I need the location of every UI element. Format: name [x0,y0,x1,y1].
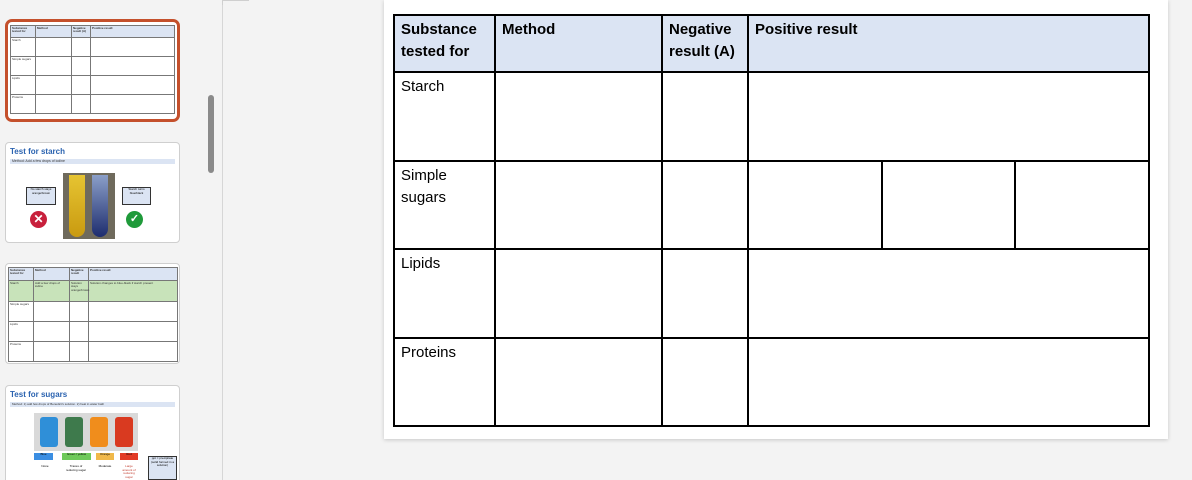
thumbnail-table: Substance tested for Method Negative res… [10,25,175,114]
test-tube-photo [63,173,115,239]
thumb-row-label: Proteins [10,94,36,114]
tube-label: Green / yellow [62,452,91,460]
cell-proteins-positive[interactable] [747,337,1150,427]
slide-thumbnail-3[interactable]: Substance tested for Method Negative res… [5,263,180,364]
thumb-row-label: Simple sugars [10,56,36,76]
sugars-positive-subcell[interactable] [1014,162,1148,248]
row-label-simple-sugars[interactable]: Simple sugars [393,160,496,250]
tube-caption: None [41,464,49,468]
sugars-positive-subcell[interactable] [749,162,882,248]
canvas-edge [222,0,249,5]
thumb-row-label: Proteins [8,341,34,362]
header-method[interactable]: Method [494,14,663,73]
thumb-title: Test for sugars [10,390,68,399]
cross-icon: ✕ [30,211,47,228]
thumb-row-label: Simple sugars [8,301,34,322]
cell-starch-method[interactable] [494,71,663,162]
slide-thumbnail-4[interactable]: Test for sugars Method: 1) add few drops… [5,385,180,480]
check-icon: ✓ [126,211,143,228]
tube-caption: Traces of reducing sugar [66,464,86,472]
header-substance[interactable]: Substance tested for [393,14,496,73]
thumb-header: Method [33,267,70,281]
header-positive-result[interactable]: Positive result [747,14,1150,73]
tube-label: Red [120,452,138,460]
thumb-callout: No starch stays orange/brown [26,187,56,205]
tube-label: Blue [34,452,53,460]
thumb-header: Negative result [69,267,89,281]
cell-sugars-positive[interactable] [747,160,1150,250]
thumb-title: Test for starch [10,147,65,156]
cell-starch-negative[interactable] [661,71,749,162]
tube-label: Orange [96,452,114,460]
thumb-cell: Add a few drops of iodine [33,280,70,302]
tube-caption: Large amount of reducing sugar [122,464,136,479]
thumb-header: Substance tested for [8,267,34,281]
thumb-cell: Starch [8,280,34,302]
row-label-starch[interactable]: Starch [393,71,496,162]
thumb-row-label: Lipids [10,75,36,95]
cell-sugars-negative[interactable] [661,160,749,250]
cell-lipids-negative[interactable] [661,248,749,339]
thumbnail-scrollbar[interactable] [208,95,214,173]
thumb-row-label: Starch [10,37,36,57]
slide-thumbnail-pane[interactable]: Substance tested for Method Negative res… [0,0,223,480]
thumb-method-bar: Method: 1) add few drops of Benedict's s… [10,402,175,407]
header-negative-result[interactable]: Negative result (A) [661,14,749,73]
thumb-header: Positive result [90,25,175,38]
row-label-proteins[interactable]: Proteins [393,337,496,427]
thumb-row-label: Lipids [8,321,34,342]
sugars-positive-subcell[interactable] [881,162,1015,248]
sugars-positive-subcells [749,162,1148,248]
row-label-lipids[interactable]: Lipids [393,248,496,339]
slide-thumbnail-1[interactable]: Substance tested for Method Negative res… [5,19,180,122]
slide-canvas[interactable]: Substance tested for Method Negative res… [384,0,1168,439]
thumbnail-table: Substance tested for Method Negative res… [8,267,178,362]
cell-proteins-method[interactable] [494,337,663,427]
cell-lipids-method[interactable] [494,248,663,339]
precipitate-note: ppt = precipitate (solid formed in a sol… [148,456,177,480]
benedicts-tubes-photo [34,413,138,451]
cell-sugars-method[interactable] [494,160,663,250]
tube-caption: Moderate [98,464,112,468]
thumb-cell: Solution stays orange/brown [69,280,89,302]
thumb-header: Positive result [88,267,178,281]
cell-proteins-negative[interactable] [661,337,749,427]
thumb-header: Negative result (A) [71,25,91,38]
food-tests-table[interactable]: Substance tested for Method Negative res… [393,14,1150,427]
thumb-callout: Starch turns blue/black [122,187,151,205]
thumb-method-bar: Method: Add a few drops of iodine [10,159,175,164]
cell-starch-positive[interactable] [747,71,1150,162]
thumb-header: Substance tested for [10,25,36,38]
cell-lipids-positive[interactable] [747,248,1150,339]
slide-thumbnail-2[interactable]: Test for starch Method: Add a few drops … [5,142,180,243]
thumb-cell: Solution changes to blue-black if starch… [88,280,178,302]
thumb-header: Method [35,25,72,38]
